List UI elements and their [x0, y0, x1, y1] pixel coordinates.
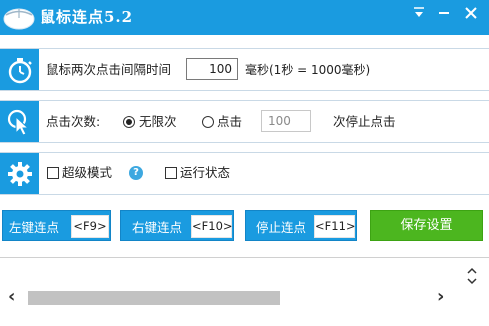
- scroll-right-icon[interactable]: ›: [437, 288, 451, 307]
- horizontal-scrollbar-thumb[interactable]: [28, 291, 280, 305]
- run-state-checkbox[interactable]: [165, 167, 177, 179]
- right-click-button[interactable]: 右键连点 <F10>: [120, 210, 234, 241]
- left-click-button[interactable]: 左键连点 <F9>: [2, 210, 111, 241]
- limited-label[interactable]: 点击: [217, 113, 242, 131]
- stop-after-label: 次停止点击: [333, 114, 396, 129]
- close-icon[interactable]: [460, 2, 482, 24]
- left-click-hotkey: <F9>: [71, 215, 109, 238]
- interval-unit: 毫秒(1秒 = 1000毫秒): [245, 63, 371, 77]
- chevron-up-down-icon[interactable]: [466, 266, 478, 286]
- stop-hotkey: <F11>: [314, 215, 356, 238]
- right-click-hotkey: <F10>: [191, 215, 233, 238]
- run-state-label[interactable]: 运行状态: [180, 164, 230, 182]
- count-input[interactable]: 100: [261, 110, 311, 132]
- limited-radio[interactable]: [202, 116, 214, 128]
- count-label: 点击次数:: [46, 114, 101, 129]
- stopwatch-icon: [0, 49, 39, 90]
- left-click-label: 左键连点: [9, 220, 60, 235]
- unlimited-radio[interactable]: [123, 116, 135, 128]
- mode-row: 超级模式 ? 运行状态: [0, 152, 489, 195]
- mouse-icon: [2, 5, 36, 31]
- cursor-click-icon: [0, 101, 39, 142]
- right-click-label: 右键连点: [132, 220, 183, 235]
- help-icon[interactable]: ?: [129, 166, 143, 180]
- save-settings-button[interactable]: 保存设置: [370, 210, 483, 241]
- stop-label: 停止连点: [256, 220, 307, 235]
- minimize-icon[interactable]: [434, 4, 454, 22]
- unlimited-label[interactable]: 无限次: [139, 113, 177, 131]
- menu-arrow-icon[interactable]: [409, 4, 429, 22]
- scroll-left-icon[interactable]: ‹: [8, 288, 22, 307]
- window-title: 鼠标连点5.2: [40, 8, 134, 26]
- interval-label: 鼠标两次点击间隔时间: [46, 62, 172, 77]
- super-mode-checkbox[interactable]: [47, 167, 59, 179]
- interval-row: 鼠标两次点击间隔时间 100 毫秒(1秒 = 1000毫秒): [0, 48, 489, 91]
- stop-button[interactable]: 停止连点 <F11>: [245, 210, 357, 241]
- count-row: 点击次数: 无限次 点击 100 次停止点击: [0, 100, 489, 143]
- interval-input[interactable]: 100: [186, 58, 238, 80]
- gear-icon: [0, 153, 39, 194]
- super-mode-label[interactable]: 超级模式: [62, 164, 112, 182]
